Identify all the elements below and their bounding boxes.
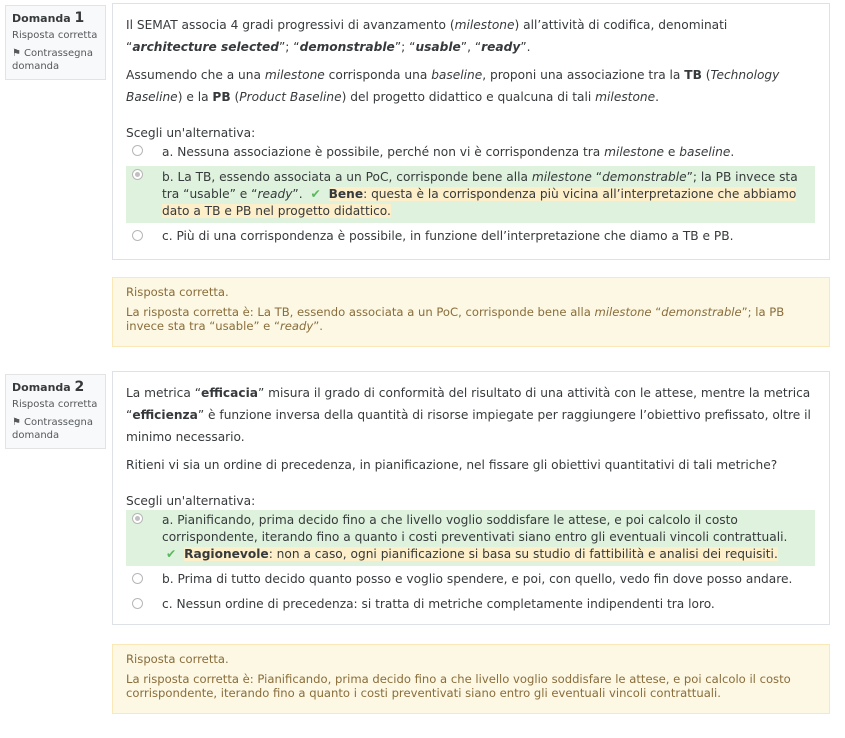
check-icon: ✔ [166,547,177,561]
radio-button-selected[interactable] [132,169,143,180]
specific-feedback: Ragionevole: non a caso, ogni pianificaz… [184,547,778,561]
right-answer: La risposta corretta è: La TB, essendo a… [126,305,785,333]
outcome-title: Risposta corretta. [126,285,229,299]
question-text: La metrica “efficacia” misura il grado d… [126,386,811,444]
answer-options: a. Pianificando, prima decido fino a che… [126,510,815,616]
radio-button[interactable] [132,230,143,241]
question-text: Assumendo che a una milestone corrispond… [126,68,780,104]
flag-icon: ⚑ [12,48,21,59]
question-number: Domanda 1 [12,10,85,26]
question-formulation-2: La metrica “efficacia” misura il grado d… [112,371,830,625]
answer-prompt: Scegli un'alternativa: [126,494,256,508]
question-info-1: Domanda 1 Risposta corretta ⚑ Contrassegn… [5,5,106,80]
option-c[interactable]: c. Nessun ordine di precedenza: si tratt… [126,591,815,616]
outcome-box-2: Risposta corretta. La risposta corretta … [112,644,830,714]
flag-question-link[interactable]: ⚑ Contrassegna domanda [12,416,99,442]
check-icon: ✔ [310,187,321,201]
question-info-2: Domanda 2 Risposta corretta ⚑ Contrassegn… [5,374,106,449]
option-b[interactable]: b. Prima di tutto decido quanto posso e … [126,566,815,591]
question-number: Domanda 2 [12,379,85,395]
option-b-correct[interactable]: b. La TB, essendo associata a un PoC, co… [126,166,815,223]
question-state: Risposta corretta [12,30,98,41]
answer-prompt: Scegli un'alternativa: [126,126,256,140]
option-c[interactable]: c. Più di una corrispondenza è possibile… [126,223,815,247]
radio-button-selected[interactable] [132,513,143,524]
question-text: Ritieni vi sia un ordine di precedenza, … [126,458,778,472]
flag-question-link[interactable]: ⚑ Contrassegna domanda [12,47,99,73]
answer-options: a. Nessuna associazione è possibile, per… [126,142,815,247]
radio-button[interactable] [132,145,143,156]
radio-button[interactable] [132,573,143,584]
question-formulation-1: Il SEMAT associa 4 gradi progressivi di … [112,3,830,260]
question-text: Il SEMAT associa 4 gradi progressivi di … [126,18,728,54]
outcome-box-1: Risposta corretta. La risposta corretta … [112,277,830,347]
right-answer: La risposta corretta è: Pianificando, pr… [126,672,791,700]
question-state: Risposta corretta [12,399,98,410]
outcome-title: Risposta corretta. [126,652,229,666]
radio-button[interactable] [132,598,143,609]
option-a-correct[interactable]: a. Pianificando, prima decido fino a che… [126,510,815,566]
flag-icon: ⚑ [12,417,21,428]
option-a[interactable]: a. Nessuna associazione è possibile, per… [126,142,815,166]
